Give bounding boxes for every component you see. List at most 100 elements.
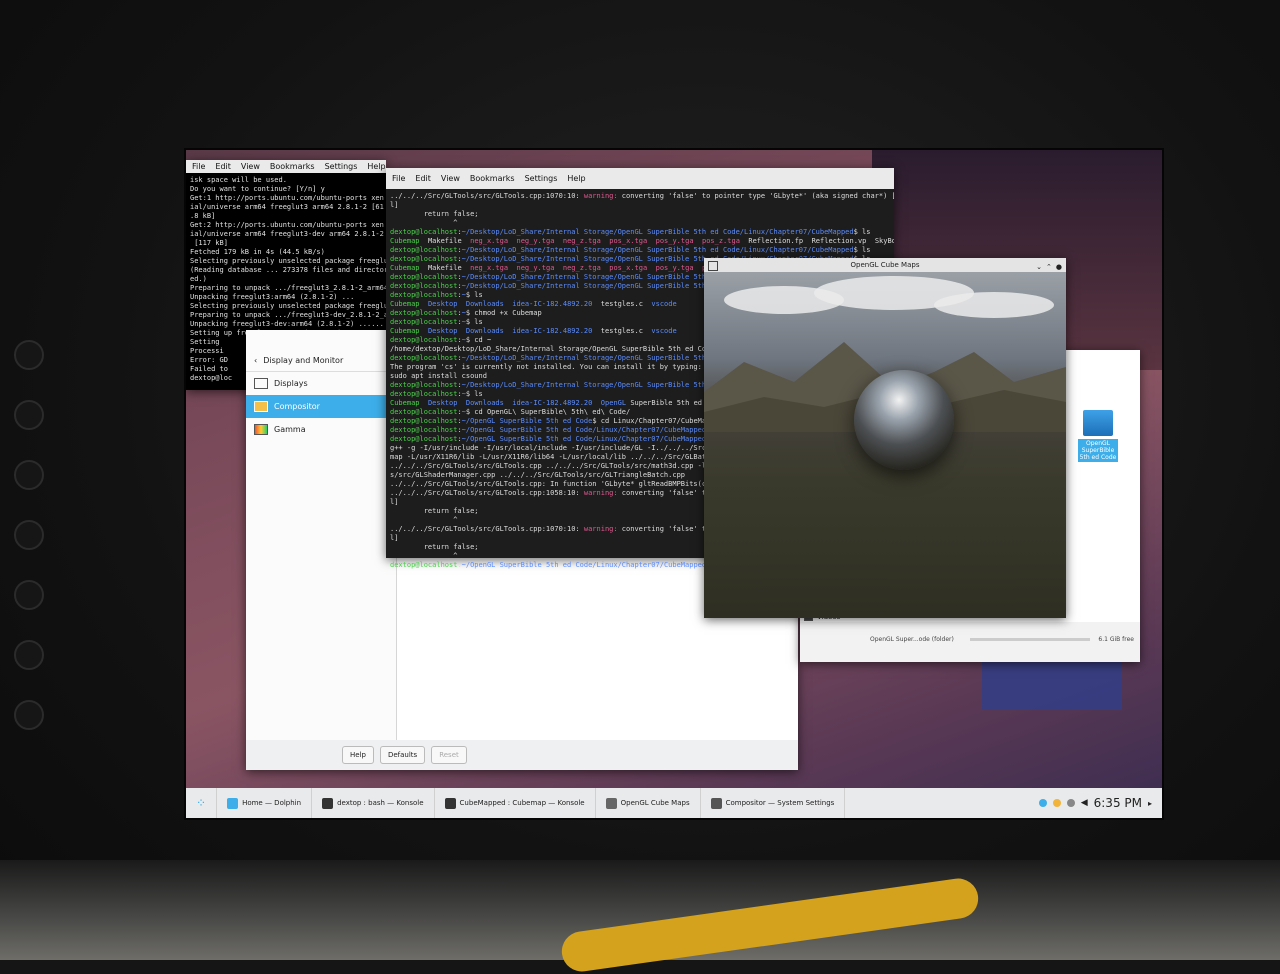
terminal-line: ial/universe arm64 freeglut3-dev arm64 2… bbox=[190, 230, 384, 238]
terminal-line: return false; bbox=[390, 210, 479, 218]
sidebar-item-label: Displays bbox=[274, 379, 308, 388]
menu-settings[interactable]: Settings bbox=[325, 162, 358, 171]
taskbar-item-konsole-bash[interactable]: dextop : bash — Konsole bbox=[312, 788, 435, 818]
reflective-sphere bbox=[854, 370, 954, 470]
sidebar-item-compositor[interactable]: Compositor bbox=[246, 395, 396, 418]
zoom-slider[interactable] bbox=[970, 638, 1090, 641]
terminal-line: Preparing to unpack .../freeglut3_2.8.1-… bbox=[190, 284, 386, 292]
opengl-render-area[interactable] bbox=[704, 272, 1066, 618]
clock[interactable]: 6:35 PM bbox=[1094, 796, 1142, 810]
back-arrow-icon[interactable]: ‹ bbox=[254, 356, 257, 365]
bezel-button-icon bbox=[14, 400, 44, 430]
status-text: OpenGL Super...ode (folder) bbox=[870, 636, 954, 643]
terminal-line: ial/universe arm64 freeglut3 arm64 2.8.1… bbox=[190, 203, 384, 211]
settings-category-header[interactable]: ‹ Display and Monitor bbox=[246, 330, 396, 372]
defaults-button[interactable]: Defaults bbox=[379, 746, 426, 764]
terminal-line: (Reading database ... 273378 files and d… bbox=[190, 266, 386, 274]
settings-icon bbox=[710, 797, 722, 809]
opengl-window[interactable]: OpenGL Cube Maps ⌄ ⌃ ● bbox=[704, 258, 1066, 618]
terminal-line: dextop@localhost:~/Desktop/LoD_Share/Int… bbox=[390, 228, 871, 236]
sidebar-item-label: Gamma bbox=[274, 425, 306, 434]
taskbar-item-system-settings[interactable]: Compositor — System Settings bbox=[701, 788, 846, 818]
settings-sidebar: ‹ Display and Monitor Displays Composito… bbox=[246, 330, 397, 770]
menu-help[interactable]: Help bbox=[567, 174, 585, 183]
menu-help[interactable]: Help bbox=[367, 162, 385, 171]
taskbar-item-label: Compositor — System Settings bbox=[725, 799, 835, 807]
taskbar-item-label: OpenGL Cube Maps bbox=[620, 799, 690, 807]
terminal-line: ed.) bbox=[190, 275, 207, 283]
terminal-line: Get:1 http://ports.ubuntu.com/ubuntu-por… bbox=[190, 194, 384, 202]
launcher-icon: ⁘ bbox=[196, 796, 207, 810]
taskbar-item-label: CubeMapped : Cubemap — Konsole bbox=[459, 799, 585, 807]
terminal-line: [117 kB] bbox=[190, 239, 228, 247]
menu-bookmarks[interactable]: Bookmarks bbox=[470, 174, 515, 183]
bezel-button-icon bbox=[14, 520, 44, 550]
bezel-button-icon bbox=[14, 700, 44, 730]
sidebar-item-gamma[interactable]: Gamma bbox=[246, 418, 396, 441]
taskbar-item-opengl[interactable]: OpenGL Cube Maps bbox=[596, 788, 701, 818]
folder-label: OpenGL SuperBible 5th ed Code bbox=[1078, 439, 1118, 462]
compositor-icon bbox=[254, 401, 268, 412]
menu-edit[interactable]: Edit bbox=[215, 162, 231, 171]
terminal-line: isk space will be used. bbox=[190, 176, 287, 184]
category-title: Display and Monitor bbox=[263, 356, 344, 365]
terminal-line: dextop@localhost:~/Desktop/LoD_Share/Int… bbox=[390, 246, 871, 254]
terminal-line: ../../../Src/GLTools/src/GLTools.cpp:107… bbox=[390, 192, 894, 200]
menu-file[interactable]: File bbox=[192, 162, 205, 171]
terminal-icon bbox=[444, 797, 456, 809]
free-space-text: 6.1 GiB free bbox=[1098, 636, 1134, 643]
bezel-button-icon bbox=[14, 640, 44, 670]
terminal-line: Fetched 179 kB in 4s (44.5 kB/s) bbox=[190, 248, 325, 256]
terminal-line: Cubemap Makefile neg_x.tga neg_y.tga neg… bbox=[390, 237, 894, 245]
menu-bookmarks[interactable]: Bookmarks bbox=[270, 162, 315, 171]
terminal-line: Selecting previously unselected package … bbox=[190, 257, 386, 265]
folder-icon bbox=[1083, 410, 1113, 436]
terminal-line: Get:2 http://ports.ubuntu.com/ubuntu-por… bbox=[190, 221, 384, 229]
status-bar: OpenGL Super...ode (folder) 6.1 GiB free bbox=[800, 622, 1140, 662]
panel-toolbox-icon[interactable]: ▸ bbox=[1148, 799, 1152, 808]
reset-button[interactable]: Reset bbox=[431, 746, 467, 764]
window-titlebar[interactable]: OpenGL Cube Maps ⌄ ⌃ ● bbox=[704, 258, 1066, 272]
bezel-button-icon bbox=[14, 580, 44, 610]
window-title: OpenGL Cube Maps bbox=[850, 261, 920, 269]
terminal-line: Preparing to unpack .../freeglut3-dev_2.… bbox=[190, 311, 386, 319]
menu-file[interactable]: File bbox=[392, 174, 405, 183]
terminal-line: l] bbox=[390, 201, 399, 209]
gamma-icon bbox=[254, 424, 268, 435]
notification-icon[interactable] bbox=[1038, 799, 1047, 807]
close-icon[interactable] bbox=[708, 261, 718, 271]
network-icon[interactable] bbox=[1066, 799, 1075, 807]
bezel-button-icon bbox=[14, 340, 44, 370]
monitor-icon bbox=[254, 378, 268, 389]
terminal-line: .8 kB] bbox=[190, 212, 216, 220]
taskbar-app-launcher[interactable]: ⁘ bbox=[186, 788, 218, 818]
menubar: File Edit View Bookmarks Settings Help bbox=[386, 168, 894, 189]
folder-item[interactable]: OpenGL SuperBible 5th ed Code bbox=[1078, 410, 1118, 462]
taskbar-item-dolphin[interactable]: Home — Dolphin bbox=[217, 788, 313, 818]
system-tray: ◀ 6:35 PM ▸ bbox=[1038, 796, 1162, 810]
menubar: File Edit View Bookmarks Settings Help bbox=[186, 160, 386, 173]
sidebar-item-displays[interactable]: Displays bbox=[246, 372, 396, 395]
terminal-line: Unpacking freeglut3-dev:arm64 (2.8.1-2) … bbox=[190, 320, 384, 328]
menu-view[interactable]: View bbox=[441, 174, 460, 183]
terminal-line: ^ bbox=[390, 219, 458, 227]
menu-settings[interactable]: Settings bbox=[525, 174, 558, 183]
updates-icon[interactable] bbox=[1052, 799, 1061, 807]
menu-view[interactable]: View bbox=[241, 162, 260, 171]
help-button[interactable]: Help bbox=[342, 746, 374, 764]
x-window-icon bbox=[605, 797, 617, 809]
terminal-line: Unpacking freeglut3:arm64 (2.8.1-2) ... bbox=[190, 293, 355, 301]
taskbar-item-label: dextop : bash — Konsole bbox=[337, 799, 424, 807]
tablet-device: File Edit View Bookmarks Settings Help i… bbox=[0, 0, 1280, 974]
terminal-line: Do you want to continue? [Y/n] y bbox=[190, 185, 325, 193]
taskbar-item-label: Home — Dolphin bbox=[242, 799, 302, 807]
volume-icon[interactable]: ◀ bbox=[1081, 798, 1088, 808]
desktop-screen: File Edit View Bookmarks Settings Help i… bbox=[186, 150, 1162, 818]
settings-footer: Help Defaults Reset bbox=[246, 740, 798, 770]
taskbar: ⁘ Home — Dolphin dextop : bash — Konsole… bbox=[186, 788, 1162, 818]
terminal-line: Selecting previously unselected package … bbox=[190, 302, 386, 310]
taskbar-item-konsole-cubemapped[interactable]: CubeMapped : Cubemap — Konsole bbox=[435, 788, 596, 818]
terminal-icon bbox=[322, 797, 334, 809]
bezel-button-icon bbox=[14, 460, 44, 490]
menu-edit[interactable]: Edit bbox=[415, 174, 431, 183]
